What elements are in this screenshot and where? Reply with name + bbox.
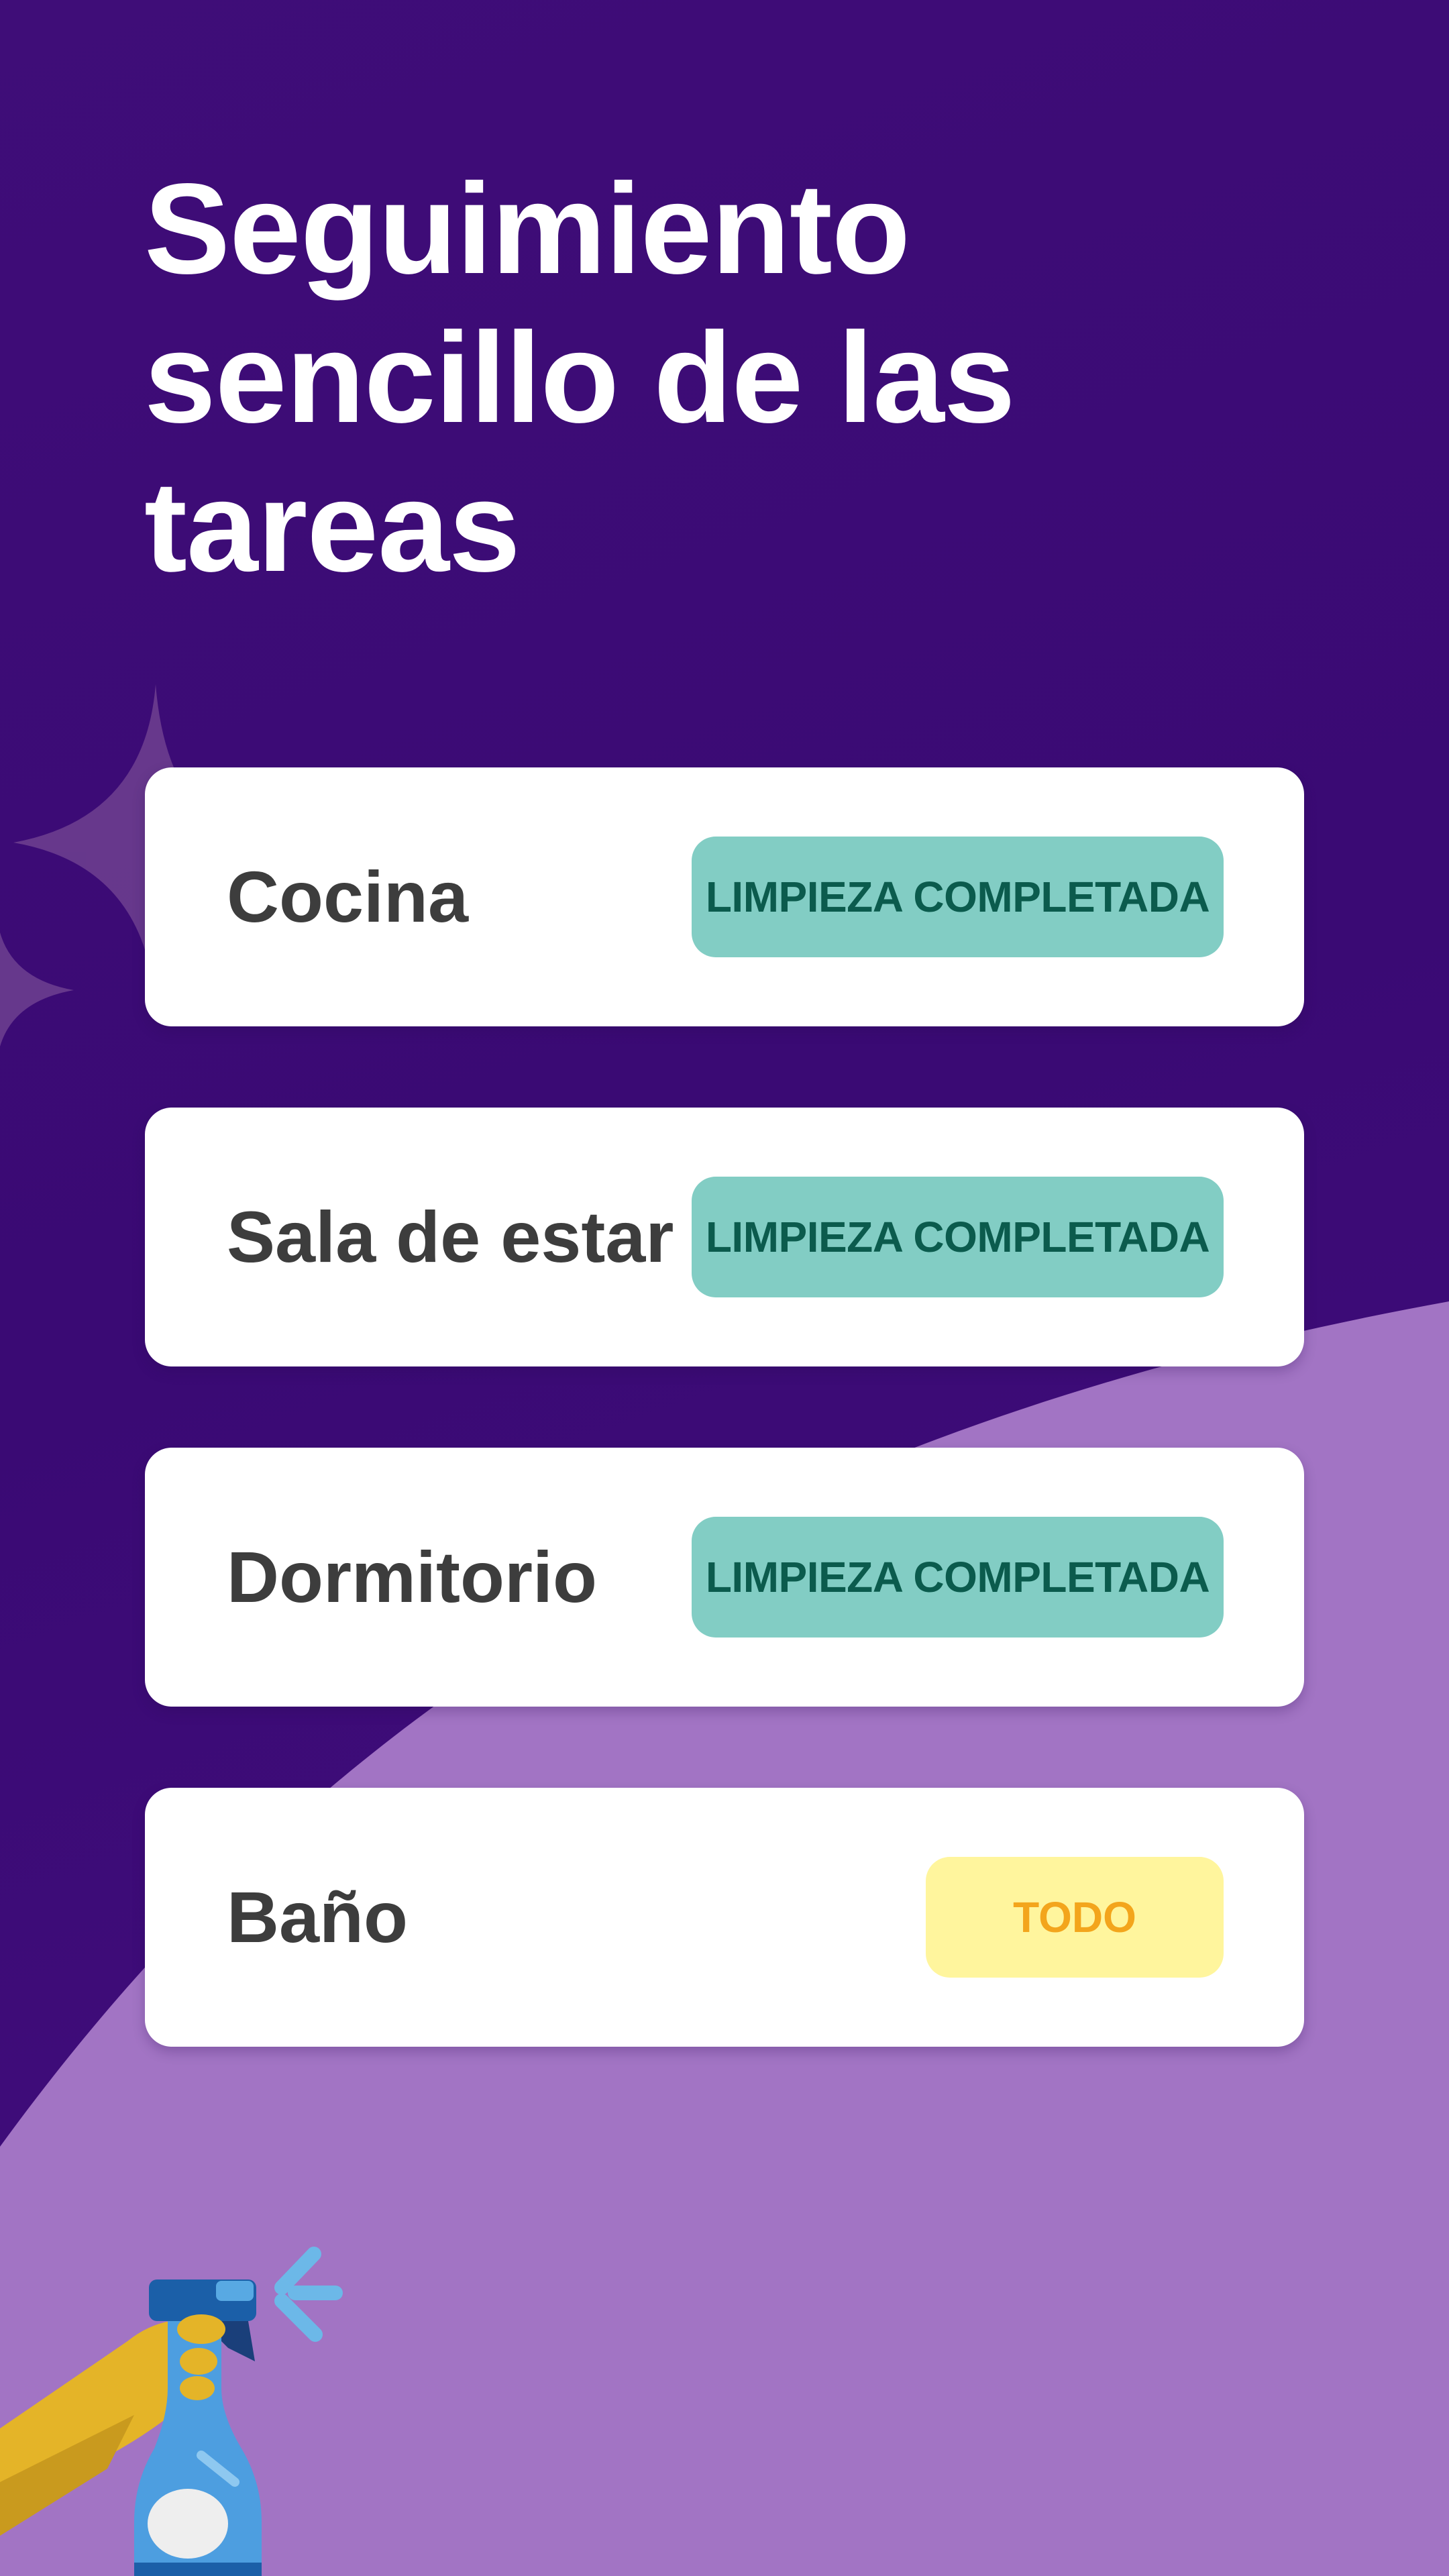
task-card-sala-de-estar[interactable]: Sala de estar LIMPIEZA COMPLETADA: [145, 1108, 1304, 1366]
room-label: Baño: [227, 1876, 408, 1957]
room-label: Cocina: [227, 856, 469, 937]
status-badge[interactable]: LIMPIEZA COMPLETADA: [692, 1177, 1224, 1297]
status-badge[interactable]: LIMPIEZA COMPLETADA: [692, 1517, 1224, 1638]
task-card-cocina[interactable]: Cocina LIMPIEZA COMPLETADA: [145, 767, 1304, 1026]
task-card-bano[interactable]: Baño TODO: [145, 1788, 1304, 2047]
page-title: Seguimiento sencillo de las tareas: [144, 156, 1016, 598]
status-badge[interactable]: TODO: [926, 1857, 1224, 1978]
room-label: Sala de estar: [227, 1196, 674, 1277]
status-badge[interactable]: LIMPIEZA COMPLETADA: [692, 837, 1224, 957]
task-card-dormitorio[interactable]: Dormitorio LIMPIEZA COMPLETADA: [145, 1448, 1304, 1707]
room-label: Dormitorio: [227, 1536, 597, 1617]
